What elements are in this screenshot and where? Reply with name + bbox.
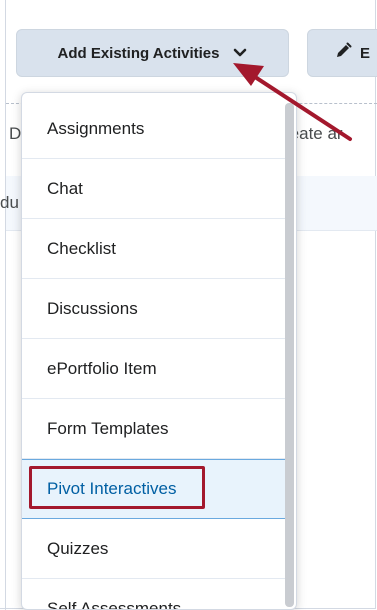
- menu-item-label: Pivot Interactives: [47, 479, 177, 498]
- menu-item-label: Quizzes: [47, 538, 109, 558]
- menu-item-label: Chat: [47, 178, 83, 198]
- edit-button[interactable]: E: [307, 29, 377, 77]
- menu-item-checklist[interactable]: Checklist: [22, 219, 285, 279]
- menu-item-chat[interactable]: Chat: [22, 159, 285, 219]
- background-text-fragment: du: [0, 193, 19, 212]
- menu-item-label: Discussions: [47, 298, 138, 318]
- edit-button-label: E: [360, 44, 371, 62]
- menu-item-label: ePortfolio Item: [47, 358, 157, 378]
- menu-list: Assignments Chat Checklist Discussions e…: [22, 99, 285, 610]
- page-frame-left-border: [5, 0, 6, 610]
- menu-item-assignments[interactable]: Assignments: [22, 99, 285, 159]
- pencil-icon: [334, 42, 352, 64]
- menu-item-discussions[interactable]: Discussions: [22, 279, 285, 339]
- menu-item-label: Self Assessments: [47, 598, 182, 610]
- add-existing-activities-button[interactable]: Add Existing Activities: [16, 29, 289, 77]
- menu-item-quizzes[interactable]: Quizzes: [22, 519, 285, 579]
- add-existing-activities-label: Add Existing Activities: [57, 44, 220, 62]
- menu-item-label: Form Templates: [47, 418, 169, 438]
- menu-item-eportfolio-item[interactable]: ePortfolio Item: [22, 339, 285, 399]
- menu-item-label: Checklist: [47, 238, 116, 258]
- menu-scrollbar[interactable]: [285, 103, 294, 607]
- add-existing-activities-menu: Assignments Chat Checklist Discussions e…: [21, 92, 297, 610]
- background-text-fragment: D: [9, 124, 22, 143]
- menu-item-pivot-interactives[interactable]: Pivot Interactives: [22, 459, 285, 519]
- chevron-down-icon: [233, 48, 247, 58]
- menu-item-label: Assignments: [47, 118, 145, 138]
- menu-item-self-assessments[interactable]: Self Assessments: [22, 579, 285, 610]
- menu-item-form-templates[interactable]: Form Templates: [22, 399, 285, 459]
